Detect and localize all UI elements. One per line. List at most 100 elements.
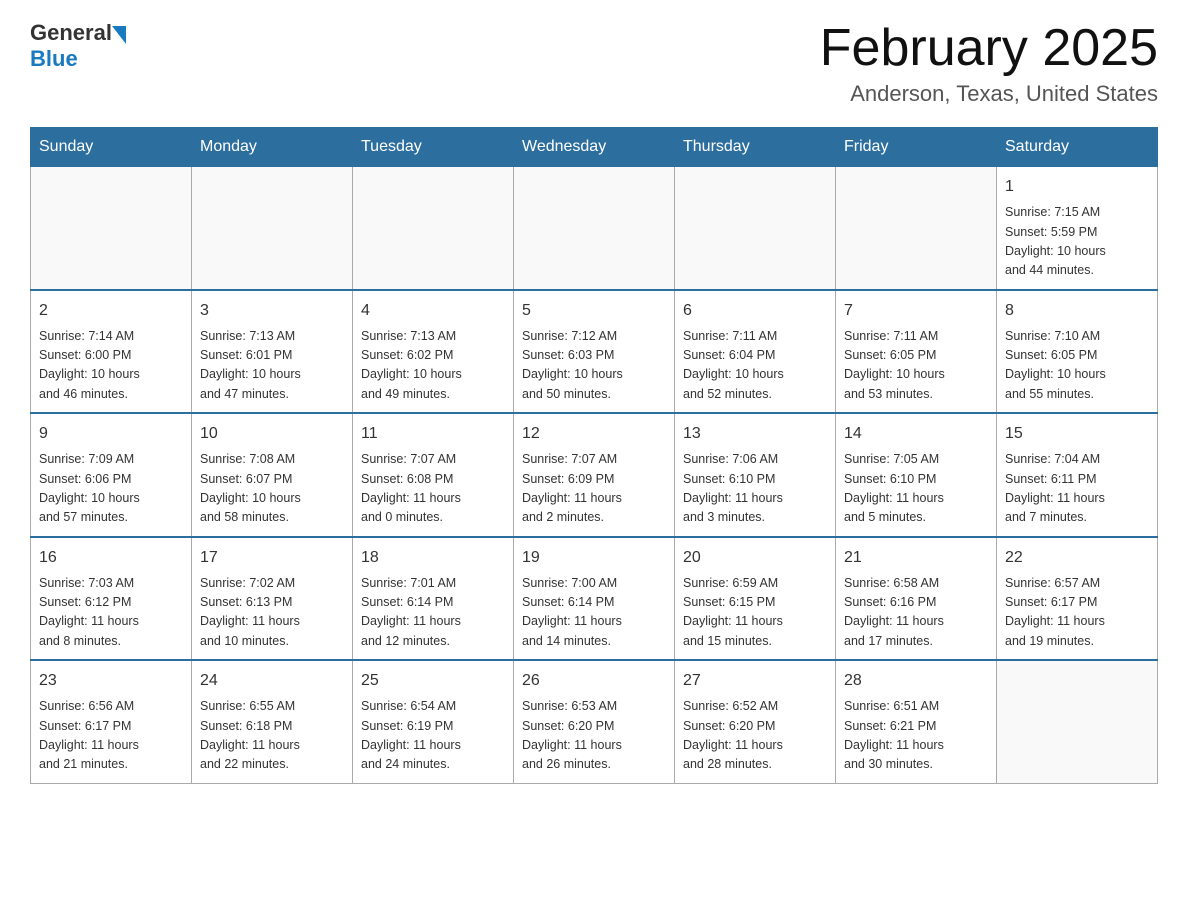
logo-general-text: General: [30, 20, 112, 46]
day-number: 20: [683, 546, 827, 570]
header-thursday: Thursday: [675, 128, 836, 167]
day-info: Sunrise: 7:06 AM Sunset: 6:10 PM Dayligh…: [683, 450, 827, 528]
calendar-cell: 3 Sunrise: 7:13 AM Sunset: 6:01 PM Daylig…: [192, 290, 353, 414]
day-info: Sunrise: 6:57 AM Sunset: 6:17 PM Dayligh…: [1005, 574, 1149, 652]
day-number: 15: [1005, 422, 1149, 446]
day-info: Sunrise: 6:58 AM Sunset: 6:16 PM Dayligh…: [844, 574, 988, 652]
header-tuesday: Tuesday: [353, 128, 514, 167]
header-monday: Monday: [192, 128, 353, 167]
day-number: 2: [39, 299, 183, 323]
calendar-cell: 24 Sunrise: 6:55 AM Sunset: 6:18 PM Dayli…: [192, 660, 353, 783]
day-info: Sunrise: 7:08 AM Sunset: 6:07 PM Dayligh…: [200, 450, 344, 528]
day-number: 27: [683, 669, 827, 693]
day-number: 28: [844, 669, 988, 693]
calendar-cell: 25Sunrise: 6:54 AM Sunset: 6:19 PM Dayli…: [353, 660, 514, 783]
day-number: 9: [39, 422, 183, 446]
day-number: 12: [522, 422, 666, 446]
day-number: 11: [361, 422, 505, 446]
calendar-cell: 17 Sunrise: 7:02 AM Sunset: 6:13 PM Dayli…: [192, 537, 353, 661]
day-info: Sunrise: 7:03 AM Sunset: 6:12 PM Dayligh…: [39, 574, 183, 652]
header-saturday: Saturday: [997, 128, 1158, 167]
calendar-cell: [192, 167, 353, 290]
calendar-week-row: 9 Sunrise: 7:09 AM Sunset: 6:06 PM Daylig…: [31, 413, 1158, 537]
day-info: Sunrise: 7:10 AM Sunset: 6:05 PM Dayligh…: [1005, 327, 1149, 405]
title-area: February 2025 Anderson, Texas, United St…: [820, 20, 1158, 107]
calendar-week-row: 23 Sunrise: 6:56 AM Sunset: 6:17 PM Dayli…: [31, 660, 1158, 783]
day-info: Sunrise: 7:07 AM Sunset: 6:09 PM Dayligh…: [522, 450, 666, 528]
calendar-week-row: 2Sunrise: 7:14 AM Sunset: 6:00 PM Daylig…: [31, 290, 1158, 414]
day-info: Sunrise: 6:52 AM Sunset: 6:20 PM Dayligh…: [683, 697, 827, 775]
calendar-cell: 13 Sunrise: 7:06 AM Sunset: 6:10 PM Dayli…: [675, 413, 836, 537]
day-info: Sunrise: 7:07 AM Sunset: 6:08 PM Dayligh…: [361, 450, 505, 528]
day-info: Sunrise: 6:51 AM Sunset: 6:21 PM Dayligh…: [844, 697, 988, 775]
calendar-cell: 11 Sunrise: 7:07 AM Sunset: 6:08 PM Dayli…: [353, 413, 514, 537]
header-sunday: Sunday: [31, 128, 192, 167]
day-info: Sunrise: 7:05 AM Sunset: 6:10 PM Dayligh…: [844, 450, 988, 528]
day-info: Sunrise: 7:02 AM Sunset: 6:13 PM Dayligh…: [200, 574, 344, 652]
day-info: Sunrise: 7:11 AM Sunset: 6:05 PM Dayligh…: [844, 327, 988, 405]
day-number: 16: [39, 546, 183, 570]
header-wednesday: Wednesday: [514, 128, 675, 167]
calendar-cell: 27 Sunrise: 6:52 AM Sunset: 6:20 PM Dayli…: [675, 660, 836, 783]
logo-triangle-icon: [112, 26, 126, 44]
calendar-cell: 15Sunrise: 7:04 AM Sunset: 6:11 PM Dayli…: [997, 413, 1158, 537]
day-number: 23: [39, 669, 183, 693]
day-number: 14: [844, 422, 988, 446]
day-info: Sunrise: 7:01 AM Sunset: 6:14 PM Dayligh…: [361, 574, 505, 652]
day-number: 17: [200, 546, 344, 570]
day-info: Sunrise: 6:53 AM Sunset: 6:20 PM Dayligh…: [522, 697, 666, 775]
day-number: 22: [1005, 546, 1149, 570]
day-number: 3: [200, 299, 344, 323]
day-info: Sunrise: 7:13 AM Sunset: 6:02 PM Dayligh…: [361, 327, 505, 405]
day-number: 5: [522, 299, 666, 323]
calendar-week-row: 16 Sunrise: 7:03 AM Sunset: 6:12 PM Dayli…: [31, 537, 1158, 661]
calendar-cell: 2Sunrise: 7:14 AM Sunset: 6:00 PM Daylig…: [31, 290, 192, 414]
logo-blue-text: Blue: [30, 46, 78, 72]
day-number: 19: [522, 546, 666, 570]
day-info: Sunrise: 7:13 AM Sunset: 6:01 PM Dayligh…: [200, 327, 344, 405]
day-info: Sunrise: 6:56 AM Sunset: 6:17 PM Dayligh…: [39, 697, 183, 775]
day-number: 10: [200, 422, 344, 446]
logo: General Blue: [30, 20, 128, 72]
day-info: Sunrise: 7:00 AM Sunset: 6:14 PM Dayligh…: [522, 574, 666, 652]
calendar-cell: 21 Sunrise: 6:58 AM Sunset: 6:16 PM Dayli…: [836, 537, 997, 661]
calendar-cell: 26 Sunrise: 6:53 AM Sunset: 6:20 PM Dayli…: [514, 660, 675, 783]
calendar-cell: 10 Sunrise: 7:08 AM Sunset: 6:07 PM Dayli…: [192, 413, 353, 537]
day-info: Sunrise: 7:15 AM Sunset: 5:59 PM Dayligh…: [1005, 203, 1149, 281]
day-number: 24: [200, 669, 344, 693]
day-info: Sunrise: 6:54 AM Sunset: 6:19 PM Dayligh…: [361, 697, 505, 775]
day-number: 6: [683, 299, 827, 323]
calendar-cell: 6 Sunrise: 7:11 AM Sunset: 6:04 PM Daylig…: [675, 290, 836, 414]
calendar-cell: 22 Sunrise: 6:57 AM Sunset: 6:17 PM Dayli…: [997, 537, 1158, 661]
calendar-cell: 18 Sunrise: 7:01 AM Sunset: 6:14 PM Dayli…: [353, 537, 514, 661]
day-number: 13: [683, 422, 827, 446]
day-number: 26: [522, 669, 666, 693]
calendar-cell: 9 Sunrise: 7:09 AM Sunset: 6:06 PM Daylig…: [31, 413, 192, 537]
header: General Blue February 2025 Anderson, Tex…: [30, 20, 1158, 107]
calendar-header-row: SundayMondayTuesdayWednesdayThursdayFrid…: [31, 128, 1158, 167]
calendar-cell: 16 Sunrise: 7:03 AM Sunset: 6:12 PM Dayli…: [31, 537, 192, 661]
calendar-cell: 7Sunrise: 7:11 AM Sunset: 6:05 PM Daylig…: [836, 290, 997, 414]
calendar-cell: 14 Sunrise: 7:05 AM Sunset: 6:10 PM Dayli…: [836, 413, 997, 537]
day-info: Sunrise: 7:09 AM Sunset: 6:06 PM Dayligh…: [39, 450, 183, 528]
location-title: Anderson, Texas, United States: [820, 81, 1158, 107]
day-info: Sunrise: 6:55 AM Sunset: 6:18 PM Dayligh…: [200, 697, 344, 775]
day-number: 18: [361, 546, 505, 570]
calendar-cell: [997, 660, 1158, 783]
calendar-cell: [836, 167, 997, 290]
calendar-cell: 23 Sunrise: 6:56 AM Sunset: 6:17 PM Dayli…: [31, 660, 192, 783]
day-number: 21: [844, 546, 988, 570]
calendar-cell: 19 Sunrise: 7:00 AM Sunset: 6:14 PM Dayli…: [514, 537, 675, 661]
day-number: 4: [361, 299, 505, 323]
day-info: Sunrise: 7:11 AM Sunset: 6:04 PM Dayligh…: [683, 327, 827, 405]
calendar-cell: [675, 167, 836, 290]
calendar-week-row: 1Sunrise: 7:15 AM Sunset: 5:59 PM Daylig…: [31, 167, 1158, 290]
header-friday: Friday: [836, 128, 997, 167]
calendar-cell: 5Sunrise: 7:12 AM Sunset: 6:03 PM Daylig…: [514, 290, 675, 414]
calendar-cell: 20Sunrise: 6:59 AM Sunset: 6:15 PM Dayli…: [675, 537, 836, 661]
calendar-table: SundayMondayTuesdayWednesdayThursdayFrid…: [30, 127, 1158, 784]
day-number: 8: [1005, 299, 1149, 323]
calendar-cell: 28 Sunrise: 6:51 AM Sunset: 6:21 PM Dayli…: [836, 660, 997, 783]
calendar-cell: [353, 167, 514, 290]
calendar-cell: 1Sunrise: 7:15 AM Sunset: 5:59 PM Daylig…: [997, 167, 1158, 290]
